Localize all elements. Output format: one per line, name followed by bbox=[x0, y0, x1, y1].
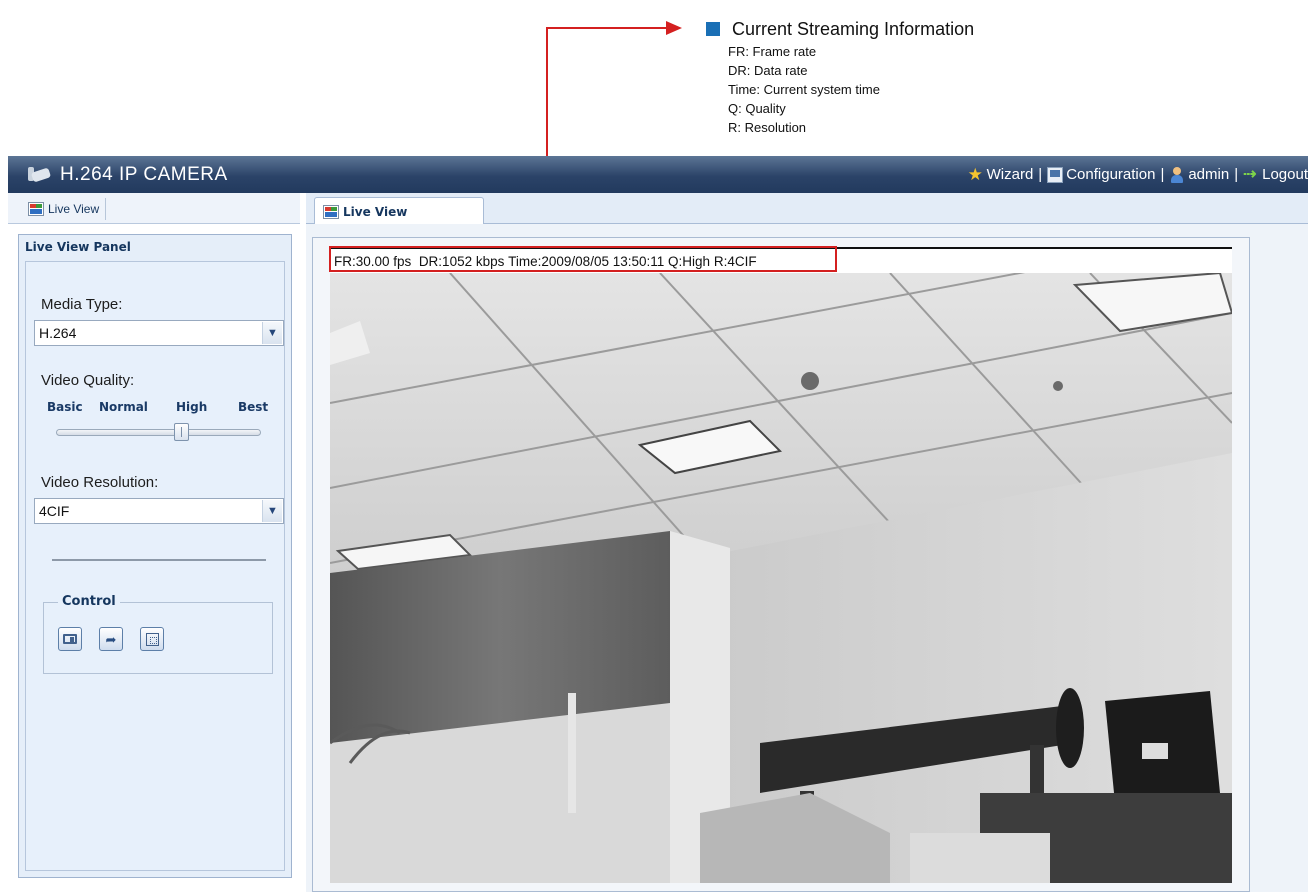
quality-level-high: High bbox=[176, 400, 208, 414]
logout-link[interactable]: ⇢ Logout bbox=[1243, 166, 1308, 183]
video-quality-slider-thumb[interactable] bbox=[174, 423, 190, 441]
panel-title: Live View Panel bbox=[25, 240, 131, 254]
quality-level-basic: Basic bbox=[47, 400, 83, 414]
app-header: H.264 IP CAMERA ★ Wizard | Configuration… bbox=[8, 156, 1308, 193]
stream-time: Time:2009/08/05 13:50:11 bbox=[508, 253, 665, 269]
snapshot-button[interactable] bbox=[58, 627, 82, 651]
quality-level-best: Best bbox=[238, 400, 269, 414]
stream-resolution: R:4CIF bbox=[713, 253, 757, 269]
live-video-feed[interactable] bbox=[330, 273, 1232, 883]
live-view-icon bbox=[28, 202, 44, 216]
admin-link[interactable]: admin bbox=[1169, 166, 1229, 183]
callout-list: FR: Frame rate DR: Data rate Time: Curre… bbox=[728, 42, 974, 137]
panel-divider bbox=[52, 559, 266, 561]
configuration-label: Configuration bbox=[1066, 166, 1156, 183]
control-legend: Control bbox=[58, 594, 120, 609]
chevron-down-icon[interactable]: ▼ bbox=[262, 322, 282, 344]
quality-level-normal: Normal bbox=[99, 400, 148, 414]
live-view-icon bbox=[323, 204, 339, 219]
stream-frame-rate: FR:30.00 fps bbox=[334, 253, 412, 269]
nav-separator: | bbox=[1234, 166, 1239, 183]
video-resolution-value: 4CIF bbox=[39, 503, 70, 519]
main-tab-strip: Live View bbox=[306, 193, 1308, 225]
user-icon bbox=[1169, 166, 1185, 183]
bullet-square-icon bbox=[706, 22, 720, 36]
chevron-down-icon[interactable]: ▼ bbox=[262, 500, 282, 522]
stream-info-bar: FR:30.00 fps DR:1052 kbps Time:2009/08/0… bbox=[330, 247, 1232, 273]
configuration-link[interactable]: Configuration bbox=[1047, 166, 1155, 183]
configuration-icon bbox=[1047, 166, 1064, 183]
video-resolution-label: Video Resolution: bbox=[41, 474, 159, 491]
nav-separator: | bbox=[1038, 166, 1043, 183]
control-group: Control ➦ bbox=[43, 594, 273, 674]
callout-item-time: Time: Current system time bbox=[728, 82, 880, 97]
logout-runner-icon: ⇢ bbox=[1243, 165, 1257, 183]
wizard-link[interactable]: ★ Wizard bbox=[967, 164, 1034, 184]
media-type-label: Media Type: bbox=[41, 296, 123, 313]
callout-item-r: R: Resolution bbox=[728, 120, 807, 135]
callout-item-fr: FR: Frame rate bbox=[728, 44, 817, 59]
callout-item-dr: DR: Data rate bbox=[728, 63, 808, 78]
nav-separator: | bbox=[1160, 166, 1165, 183]
video-resolution-select[interactable]: 4CIF ▼ bbox=[34, 498, 284, 524]
wizard-label: Wizard bbox=[986, 166, 1034, 183]
stream-data-rate: DR:1052 kbps bbox=[418, 253, 505, 269]
admin-label: admin bbox=[1188, 166, 1230, 183]
app-title: H.264 IP CAMERA bbox=[60, 163, 228, 185]
stream-quality: Q:High bbox=[668, 253, 711, 269]
wizard-star-icon: ★ bbox=[967, 164, 983, 184]
video-quality-label: Video Quality: bbox=[41, 372, 135, 389]
redirect-button[interactable]: ➦ bbox=[99, 627, 123, 651]
full-screen-button[interactable] bbox=[140, 627, 164, 651]
tab-live-view[interactable]: Live View bbox=[314, 197, 484, 225]
top-nav: ★ Wizard | Configuration | admin | ⇢ Log… bbox=[967, 164, 1308, 184]
left-tab-strip: Live View bbox=[8, 193, 300, 224]
left-tab-label: Live View bbox=[48, 202, 100, 216]
snapshot-icon bbox=[63, 634, 77, 644]
camera-scene-image bbox=[330, 273, 1232, 883]
main-tab-label: Live View bbox=[343, 204, 408, 219]
left-tab-live-view[interactable]: Live View bbox=[28, 198, 107, 220]
media-type-value: H.264 bbox=[39, 325, 77, 341]
media-type-select[interactable]: H.264 ▼ bbox=[34, 320, 284, 346]
redirect-arrow-icon: ➦ bbox=[105, 631, 117, 647]
ip-camera-logo-icon bbox=[28, 165, 56, 185]
panel-body: Media Type: H.264 ▼ Video Quality: Basic… bbox=[25, 261, 285, 871]
full-screen-icon bbox=[145, 632, 159, 646]
live-view-panel: Live View Panel Media Type: H.264 ▼ Vide… bbox=[18, 234, 292, 878]
callout-item-q: Q: Quality bbox=[728, 101, 786, 116]
streaming-info-callout: Current Streaming Information FR: Frame … bbox=[706, 18, 974, 137]
logout-label: Logout bbox=[1262, 166, 1308, 183]
callout-title: Current Streaming Information bbox=[706, 18, 974, 40]
video-quality-slider[interactable] bbox=[56, 429, 261, 436]
